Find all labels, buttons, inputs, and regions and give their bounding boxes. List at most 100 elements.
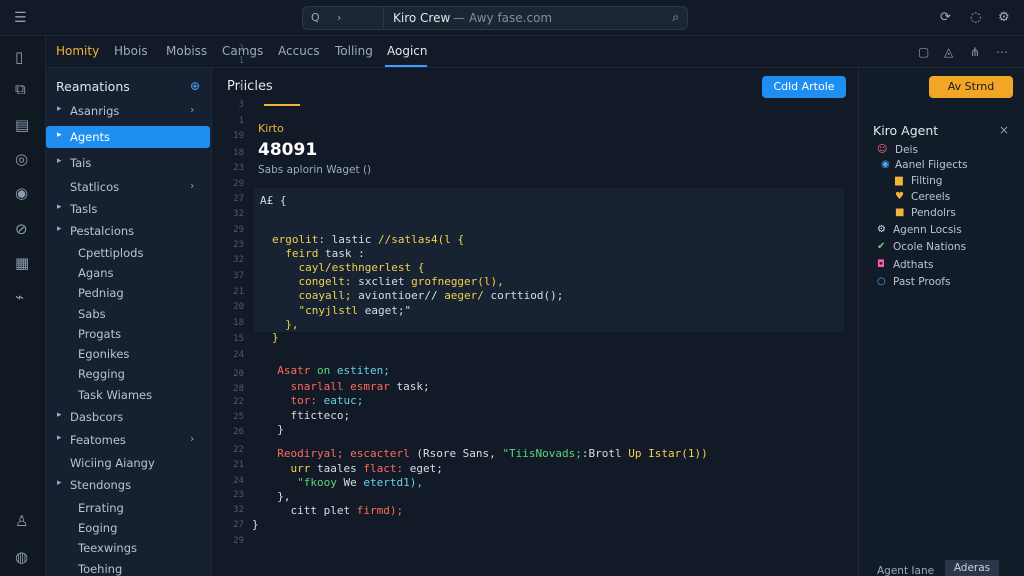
help-icon[interactable]: ◍	[15, 548, 28, 566]
link-icon[interactable]: ⊘	[15, 220, 28, 238]
tab-mobiss[interactable]: Mobiss	[166, 44, 207, 58]
tab-hbois[interactable]: Hbois	[114, 44, 148, 58]
big-number: 48091	[258, 140, 318, 160]
search-icon[interactable]: Q	[311, 11, 320, 24]
sidebar-subitem[interactable]: Eoging	[46, 517, 212, 539]
check-icon: ✔	[877, 241, 886, 252]
code-token: Reodiryal;	[264, 447, 351, 460]
account-icon[interactable]: ♙	[15, 512, 28, 530]
sidebar-item-label: Dasbcors	[70, 410, 124, 424]
globe-icon[interactable]: ◉	[15, 184, 28, 202]
sidebar-subitem[interactable]: Regging	[46, 363, 212, 385]
primary-action-button[interactable]: Cdld Artole	[762, 76, 846, 98]
sidebar-item-label: Statlicos	[70, 180, 120, 194]
address-bar[interactable]: Q › Kiro Crew — Awy fase.com ⌕	[302, 6, 688, 30]
sidebar-subitem[interactable]: Errating	[46, 497, 212, 519]
sidebar-item-label: Asanrigs	[70, 104, 120, 118]
line-number: 28	[233, 384, 244, 394]
sidebar-subitem[interactable]: Agans	[46, 262, 212, 284]
agent-item-label[interactable]: Cereels	[911, 191, 950, 203]
app-name: Kiro Crew	[393, 11, 451, 25]
line-number: 21	[233, 287, 244, 297]
sidebar-item[interactable]: ▸ Featomes ›	[46, 429, 212, 451]
sidebar-item[interactable]: ▸ Tasls	[46, 198, 212, 220]
sidebar-item-label: Toehing	[78, 562, 123, 576]
close-icon[interactable]: ×	[999, 123, 1009, 137]
code-token: Asatr	[264, 364, 317, 377]
expand-arrow-icon: ▸	[57, 224, 62, 234]
start-button[interactable]: Av Strnd	[929, 76, 1013, 98]
agent-item-label[interactable]: Deis	[895, 144, 918, 156]
tab-home[interactable]: Homity	[56, 44, 99, 58]
code-token: etertd1),	[363, 476, 423, 489]
code-token: task;	[396, 380, 430, 393]
code-token: cayl/esthngerlest {	[272, 261, 425, 274]
brush-icon[interactable]: ⌁	[15, 288, 24, 306]
line-number: 26	[233, 427, 244, 437]
active-tab-indicator	[385, 65, 427, 67]
sidebar-item[interactable]: Statlicos ›	[46, 176, 212, 198]
agent-item-label[interactable]: Pendolrs	[911, 207, 956, 219]
sidebar-subitem[interactable]: Teexwings	[46, 537, 212, 559]
files-icon[interactable]: ▯	[15, 48, 23, 66]
sidebar-item[interactable]: ▸ Dasbcors	[46, 406, 212, 428]
code-token: grofnegger(l),	[411, 275, 504, 288]
sidebar-item-label: Tasls	[70, 202, 98, 216]
url-text[interactable]: Awy fase.com	[469, 11, 552, 25]
code-line: }	[272, 331, 279, 344]
sidebar-item[interactable]: ▸ Pestalcions	[46, 220, 212, 242]
code-line: snarlall esmrar task;	[264, 380, 430, 393]
sidebar-item-label: Sabs	[78, 307, 106, 321]
agent-item-label[interactable]: Agenn Locsis	[893, 224, 962, 236]
more-icon[interactable]: ⋯	[996, 45, 1008, 59]
line-number: 18	[233, 148, 244, 158]
tab-aogicn[interactable]: Aogicn	[387, 44, 428, 58]
sidebar-subitem[interactable]: Progats	[46, 323, 212, 345]
compass-icon[interactable]: ◎	[15, 150, 28, 168]
agent-item-label[interactable]: Past Proofs	[893, 276, 950, 288]
expand-arrow-icon: ▸	[57, 202, 62, 212]
share-icon[interactable]: ⋔	[970, 45, 980, 59]
sidebar-item[interactable]: ▸ Stendongs	[46, 474, 212, 496]
code-token: A£ {	[260, 194, 287, 207]
agent-item-label[interactable]: Ocole Nations	[893, 241, 966, 253]
extensions-icon[interactable]: ⧉	[15, 80, 26, 98]
code-line: },	[264, 490, 290, 503]
document-icon[interactable]: ▤	[15, 116, 29, 134]
settings-icon[interactable]: ⚙	[998, 10, 1010, 25]
sidebar-item[interactable]: ▸ Tais	[46, 152, 212, 174]
notification-icon[interactable]: ◌	[970, 10, 981, 25]
footer-label: Agent Iane	[877, 565, 935, 576]
sidebar-action-icon[interactable]: ⊕	[190, 79, 200, 93]
sidebar-item-agents[interactable]: ▸ Agents	[46, 126, 210, 148]
code-token: firmd);	[356, 504, 404, 517]
sidebar-subitem[interactable]: Cpettiplods	[46, 242, 212, 264]
tab-accucs[interactable]: Accucs	[278, 44, 320, 58]
sidebar-item[interactable]: ▸ Asanrigs ›	[46, 100, 212, 122]
sidebar-subitem[interactable]: Sabs	[46, 303, 212, 325]
agent-item-label[interactable]: Adthats	[893, 259, 933, 271]
bell-icon[interactable]: ◬	[944, 45, 953, 59]
sidebar-item[interactable]: Wiciing Aiangy	[46, 452, 212, 474]
sidebar-subitem[interactable]: Egonikes	[46, 343, 212, 365]
sidebar-subitem[interactable]: Task Wiames	[46, 384, 212, 406]
hamburger-icon[interactable]: ☰	[14, 10, 27, 26]
agent-item-label[interactable]: Filting	[911, 175, 942, 187]
line-number: 32	[233, 505, 244, 515]
line-number: 1	[238, 56, 244, 66]
notes-icon[interactable]: ▦	[15, 254, 29, 272]
tab-tolling[interactable]: Tolling	[335, 44, 373, 58]
sidebar-item-label: Agents	[70, 130, 111, 144]
magnifier-icon[interactable]: ⌕	[672, 10, 679, 25]
footer-button[interactable]: Aderas	[945, 560, 999, 576]
chevron-right-icon[interactable]: ›	[337, 11, 341, 24]
sidebar-item-label: Stendongs	[70, 478, 132, 492]
agent-item-label[interactable]: Aanel Fiigects	[895, 159, 968, 171]
square-icon[interactable]: ▢	[918, 45, 929, 59]
sidebar-subitem[interactable]: Pedniag	[46, 282, 212, 304]
line-number: 3	[238, 100, 244, 110]
sidebar-item-label: Featomes	[70, 433, 126, 447]
sidebar-item-label: Teexwings	[78, 541, 138, 555]
refresh-icon[interactable]: ⟳	[940, 10, 951, 25]
sidebar-subitem[interactable]: Toehing	[46, 558, 212, 576]
